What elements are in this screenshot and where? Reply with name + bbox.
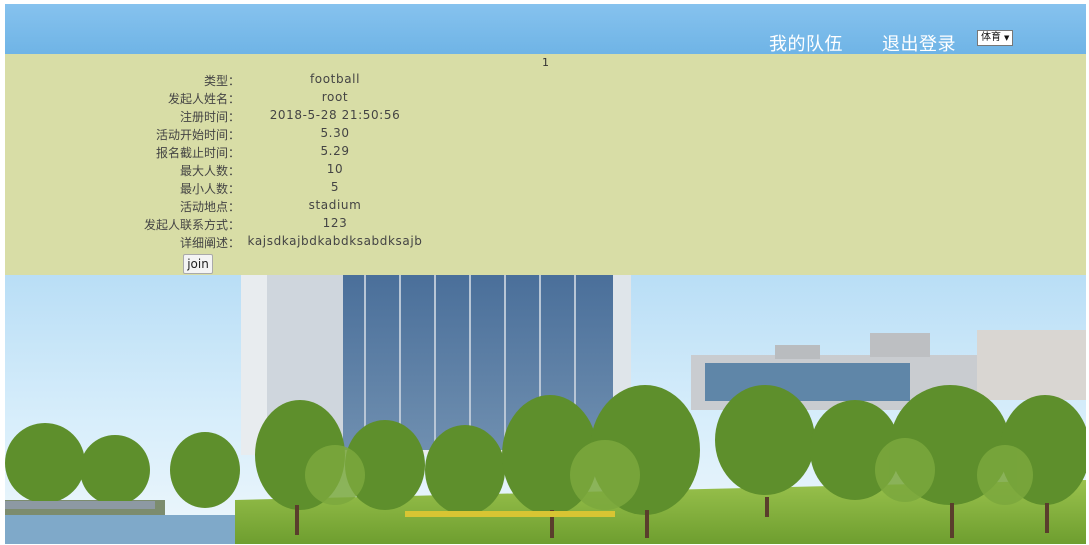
campus-background-image [5, 275, 1086, 544]
campus-scene-illustration [5, 275, 1086, 544]
initiator-name-label: 发起人姓名： [167, 92, 240, 106]
min-people-value: 5 [330, 180, 340, 194]
logout-link[interactable]: 退出登录 [882, 30, 956, 56]
contact-label: 发起人联系方式： [143, 218, 240, 232]
location-label: 活动地点： [179, 200, 240, 214]
detail-row-type: 类型： football [5, 72, 505, 90]
activity-detail-panel: 1 类型： football 发起人姓名： root 注册时间： 2018-5-… [5, 54, 1086, 275]
detail-row-start-time: 活动开始时间： 5.30 [5, 126, 505, 144]
description-label: 详细阐述： [179, 236, 240, 250]
deadline-label: 报名截止时间： [155, 146, 240, 160]
deadline-value: 5.29 [320, 144, 350, 158]
detail-row-description: 详细阐述： kajsdkajbdkabdksabdksajb [5, 234, 505, 252]
start-time-label: 活动开始时间： [155, 128, 240, 142]
detail-row-location: 活动地点： stadium [5, 198, 505, 216]
detail-row-register-time: 注册时间： 2018-5-28 21:50:56 [5, 108, 505, 126]
detail-row-max-people: 最大人数： 10 [5, 162, 505, 180]
page-frame: 我的队伍 退出登录 体育 ▼ 1 类型： football 发起人姓名： roo… [5, 4, 1086, 544]
initiator-name-value: root [321, 90, 349, 104]
description-value: kajsdkajbdkabdksabdksajb [247, 234, 423, 248]
detail-row-contact: 发起人联系方式： 123 [5, 216, 505, 234]
start-time-value: 5.30 [320, 126, 350, 140]
detail-row-min-people: 最小人数： 5 [5, 180, 505, 198]
contact-value: 123 [322, 216, 348, 230]
detail-row-deadline: 报名截止时间： 5.29 [5, 144, 505, 162]
max-people-label: 最大人数： [179, 164, 240, 178]
register-time-value: 2018-5-28 21:50:56 [269, 108, 401, 122]
type-label: 类型： [203, 74, 240, 88]
top-nav-bar: 我的队伍 退出登录 体育 ▼ [5, 4, 1086, 56]
register-time-label: 注册时间： [179, 110, 240, 124]
location-value: stadium [308, 198, 362, 212]
dropdown-arrow-icon: ▼ [1004, 34, 1010, 42]
my-team-link[interactable]: 我的队伍 [769, 30, 843, 56]
category-selected-value: 体育 [981, 32, 1001, 43]
type-value: football [309, 72, 361, 86]
join-button[interactable]: join [183, 254, 213, 274]
max-people-value: 10 [326, 162, 344, 176]
min-people-label: 最小人数： [179, 182, 240, 196]
page-number: 1 [542, 56, 549, 69]
detail-row-initiator: 发起人姓名： root [5, 90, 505, 108]
category-select[interactable]: 体育 ▼ [977, 30, 1014, 46]
